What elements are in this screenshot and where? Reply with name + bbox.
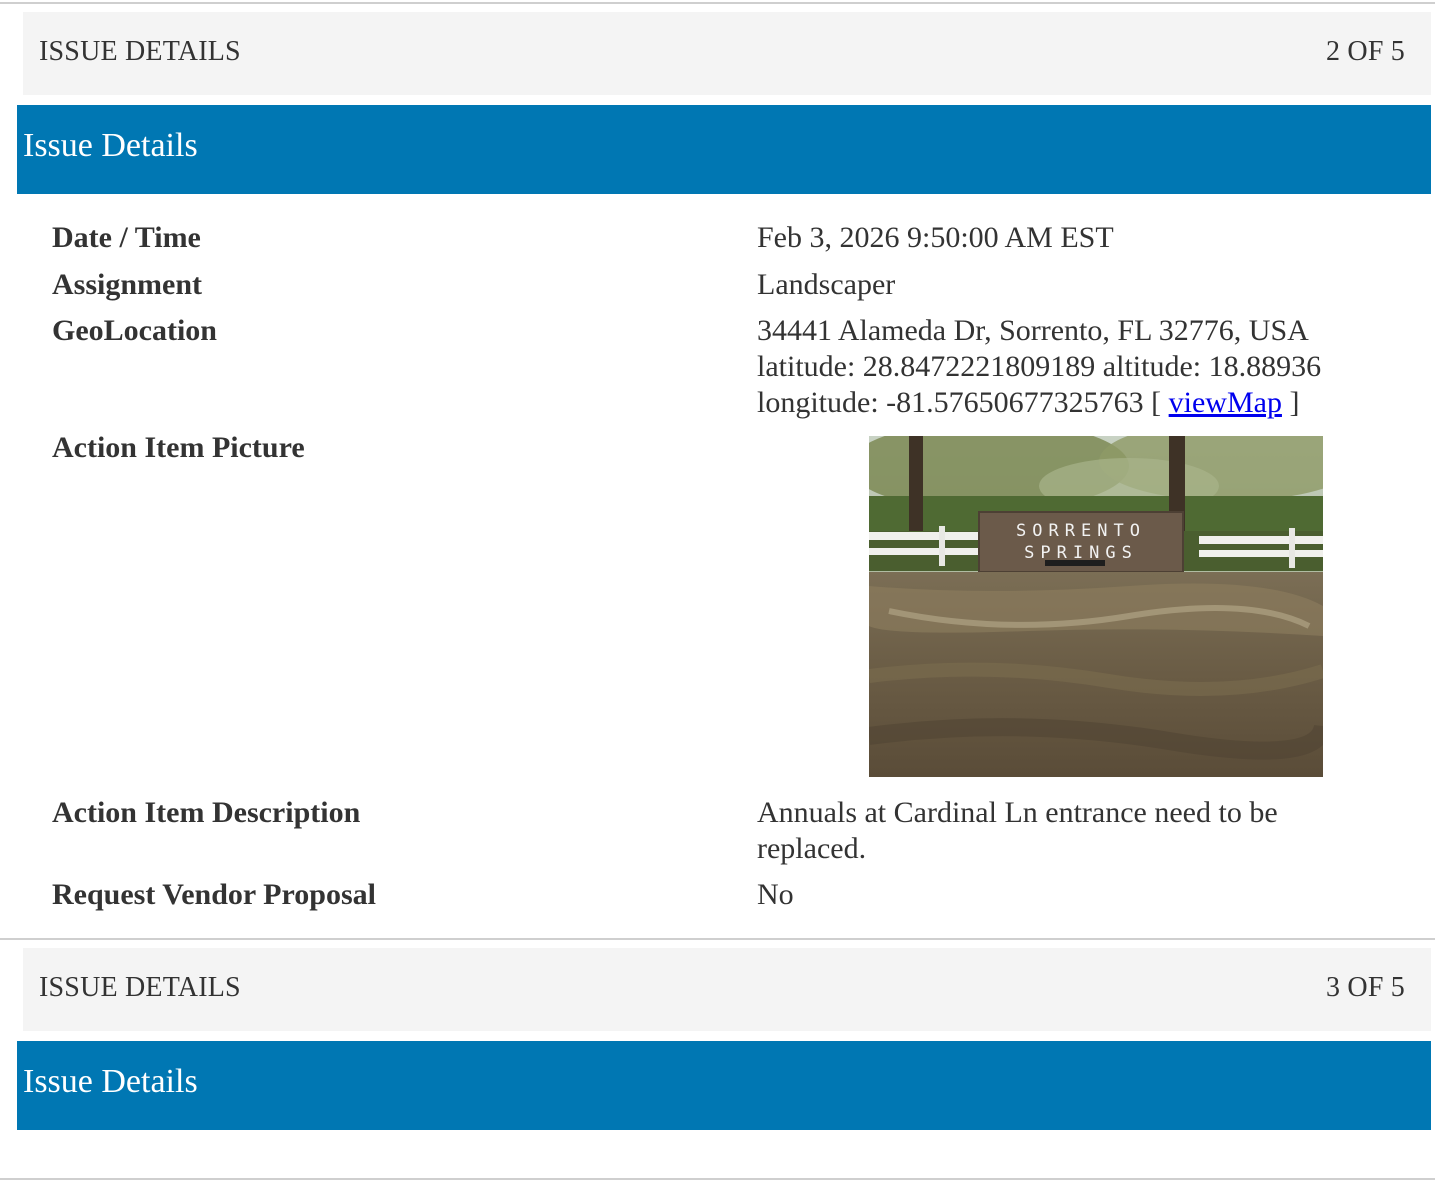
bottom-divider: [0, 1178, 1435, 1180]
request-vendor-proposal-value: No: [757, 878, 794, 911]
geo-lat-alt: latitude: 28.8472221809189 altitude: 18.…: [757, 350, 1322, 383]
issue-details-band-2: Issue Details: [17, 1041, 1431, 1130]
action-item-picture-label: Action Item Picture: [52, 431, 305, 464]
issue-header-bar: ISSUE DETAILS 2 OF 5: [23, 12, 1431, 95]
geolocation-label: GeoLocation: [52, 314, 217, 347]
view-map-link[interactable]: viewMap: [1169, 386, 1282, 419]
description-line-1: Annuals at Cardinal Ln entrance need to …: [757, 796, 1278, 829]
assignment-value: Landscaper: [757, 268, 896, 301]
date-time-label: Date / Time: [52, 221, 201, 254]
band-title: Issue Details: [23, 127, 198, 164]
issue-header-bar-2: ISSUE DETAILS 3 OF 5: [23, 948, 1431, 1031]
band-title-2: Issue Details: [23, 1063, 198, 1100]
geo-lon-suffix: ]: [1281, 386, 1300, 419]
date-time-value: Feb 3, 2026 9:50:00 AM EST: [757, 221, 1114, 254]
assignment-label: Assignment: [52, 268, 203, 301]
description-line-2: replaced.: [757, 832, 867, 865]
geo-lon-text: longitude: -81.57650677325763 [: [757, 386, 1169, 419]
action-item-description-label: Action Item Description: [52, 796, 361, 829]
issue-header-label-2: ISSUE DETAILS: [39, 972, 241, 1003]
request-vendor-proposal-label: Request Vendor Proposal: [52, 878, 376, 911]
geo-longitude: longitude: -81.57650677325763 [ viewMap …: [757, 385, 1321, 421]
photo-illustration: SORRENTO SPRINGS: [869, 436, 1323, 777]
geolocation-value: 34441 Alameda Dr, Sorrento, FL 32776, US…: [757, 313, 1321, 421]
geo-address: 34441 Alameda Dr, Sorrento, FL 32776, US…: [757, 314, 1309, 347]
action-item-description-value: Annuals at Cardinal Ln entrance need to …: [757, 795, 1278, 867]
issue-details-band: Issue Details: [17, 105, 1431, 194]
issue-counter: 2 OF 5: [1326, 36, 1405, 67]
top-divider: [0, 2, 1435, 4]
issue-counter-2: 3 OF 5: [1326, 972, 1405, 1003]
section-divider: [0, 938, 1435, 940]
issue-header-label: ISSUE DETAILS: [39, 36, 241, 67]
action-item-photo[interactable]: SORRENTO SPRINGS: [869, 436, 1323, 777]
sign-line-1: SORRENTO: [1016, 521, 1146, 541]
